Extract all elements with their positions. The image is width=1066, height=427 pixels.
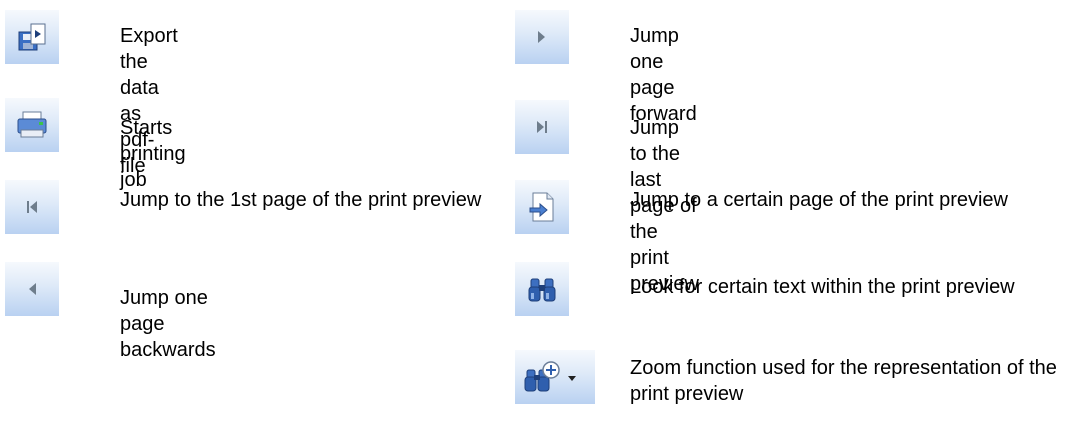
previous-page-icon: [29, 283, 36, 295]
find-label: Look for certain text within the print p…: [630, 276, 1015, 298]
zoom-icon: [524, 361, 576, 392]
go-to-page-label: Jump to a certain page of the print prev…: [630, 189, 1008, 211]
next-page-icon: [538, 31, 545, 43]
chevron-down-icon: [568, 376, 576, 381]
print-button[interactable]: [5, 98, 59, 152]
first-page-button[interactable]: [5, 180, 59, 234]
previous-page-label: Jump one page backwards: [120, 287, 216, 361]
go-to-page-button[interactable]: [515, 180, 569, 234]
export-pdf-icon: [18, 23, 46, 51]
zoom-label: Zoom function used for the representatio…: [630, 357, 1057, 405]
find-button[interactable]: [515, 262, 569, 316]
last-page-icon: [537, 121, 547, 133]
first-page-icon: [27, 201, 37, 213]
printer-icon: [17, 111, 47, 138]
go-to-page-icon: [529, 192, 554, 222]
print-label: Starts printing job: [120, 117, 186, 191]
next-page-button[interactable]: [515, 10, 569, 64]
binoculars-icon: [528, 278, 556, 302]
next-page-label: Jump one page forward: [630, 25, 697, 125]
zoom-button[interactable]: [515, 350, 595, 404]
export-pdf-button[interactable]: [5, 10, 59, 64]
first-page-label: Jump to the 1st page of the print previe…: [120, 189, 482, 211]
previous-page-button[interactable]: [5, 262, 59, 316]
last-page-button[interactable]: [515, 100, 569, 154]
